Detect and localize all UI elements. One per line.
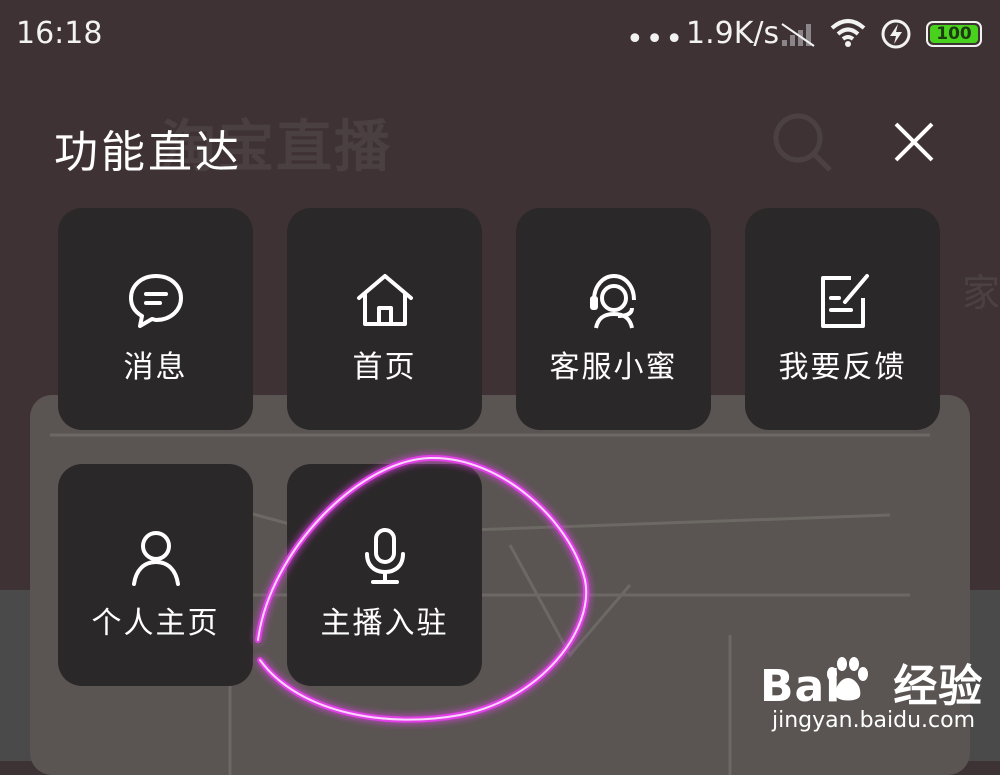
tile-feedback[interactable]: 我要反馈: [745, 208, 940, 430]
person-icon: [131, 531, 180, 586]
signal-icon: [781, 23, 815, 47]
watermark-brand: Bai 经验: [760, 661, 984, 712]
feedback-icon: [820, 274, 869, 328]
status-time: 16:18: [16, 16, 103, 51]
watermark-url: jingyan.baidu.com: [772, 708, 976, 733]
tile-personal-page[interactable]: 个人主页: [58, 464, 253, 686]
network-speed: 1.9K/s: [686, 16, 780, 51]
status-bar: 16:18 ••• 1.9K/s 100: [0, 0, 1000, 70]
customer-service-icon: [589, 273, 636, 329]
tile-messages[interactable]: 消息: [58, 208, 253, 430]
panel-title: 功能直达: [54, 127, 242, 178]
highlight-circle: [255, 454, 590, 723]
tile-label: 首页: [352, 350, 417, 385]
battery-icon: 100: [926, 21, 982, 47]
wifi-icon: [830, 19, 866, 47]
tile-customer-service[interactable]: 客服小蜜: [516, 208, 711, 430]
tile-label: 消息: [123, 350, 188, 385]
tile-label: 我要反馈: [778, 350, 907, 385]
close-icon[interactable]: [888, 116, 940, 168]
baidu-paw-icon: [827, 657, 868, 701]
background-tab-3: 家: [962, 271, 1000, 315]
notification-dots: •••: [626, 22, 686, 57]
tile-home[interactable]: 首页: [287, 208, 482, 430]
background-search-icon: [773, 113, 832, 172]
charging-icon: [881, 19, 911, 49]
tile-label: 客服小蜜: [549, 350, 678, 385]
tile-label: 个人主页: [91, 606, 220, 641]
message-icon: [128, 274, 183, 328]
battery-level: 100: [930, 25, 978, 43]
home-icon: [356, 274, 413, 326]
